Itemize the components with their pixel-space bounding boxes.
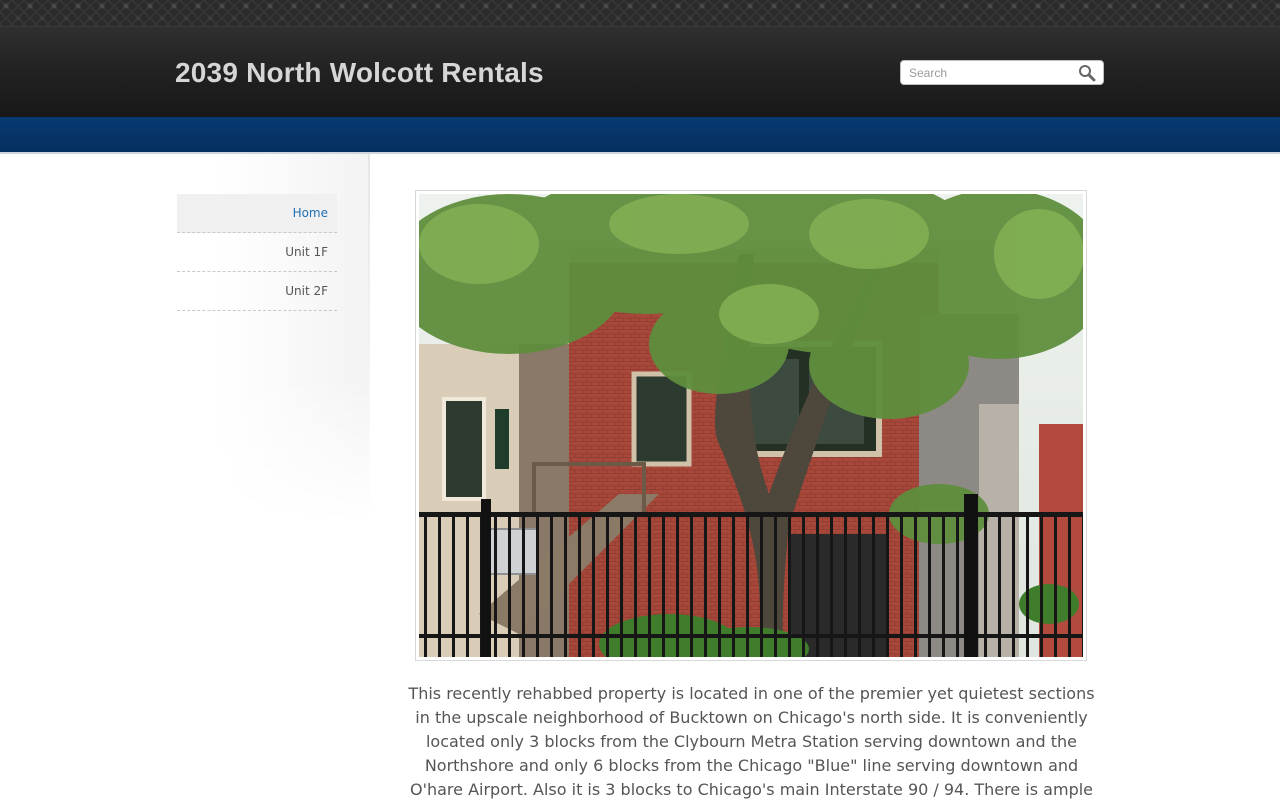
magnifier-icon bbox=[1079, 65, 1096, 82]
header-pattern-strip bbox=[0, 0, 1280, 26]
nav-item-unit-1f[interactable]: Unit 1F bbox=[177, 233, 337, 272]
sidebar-divider bbox=[368, 154, 370, 524]
sidebar-nav: Home Unit 1F Unit 2F bbox=[177, 194, 337, 311]
search-button[interactable] bbox=[1077, 64, 1097, 82]
nav-item-unit-2f[interactable]: Unit 2F bbox=[177, 272, 337, 311]
nav-band bbox=[0, 117, 1280, 154]
site-title[interactable]: 2039 North Wolcott Rentals bbox=[175, 56, 544, 90]
site-header: 2039 North Wolcott Rentals bbox=[0, 26, 1280, 118]
search-input[interactable] bbox=[905, 63, 1073, 82]
search-box bbox=[900, 60, 1104, 85]
property-photo bbox=[419, 194, 1083, 657]
property-photo-frame bbox=[415, 190, 1087, 661]
nav-item-home[interactable]: Home bbox=[177, 194, 337, 233]
property-description: This recently rehabbed property is locat… bbox=[408, 684, 1095, 799]
